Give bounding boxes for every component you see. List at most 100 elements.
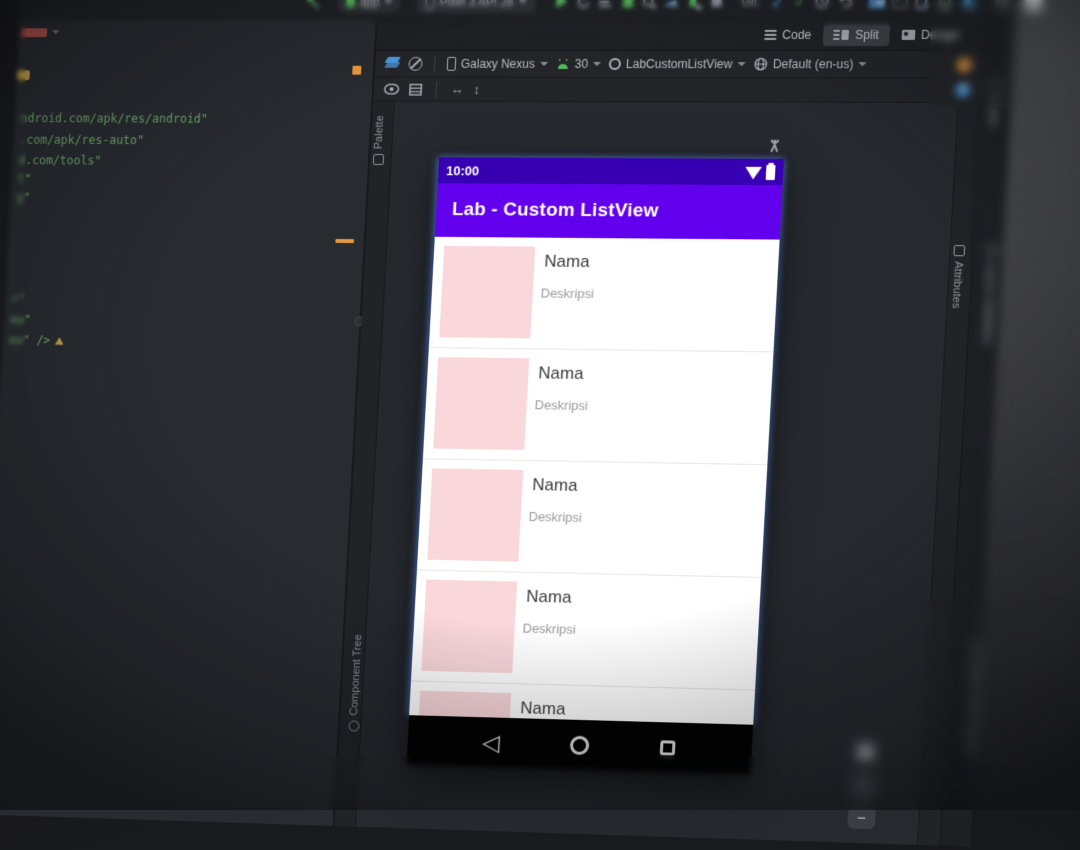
- image-placeholder: [421, 580, 517, 674]
- attributes-icon: [953, 245, 965, 256]
- globe-icon: [753, 57, 768, 71]
- layout-validation-icon: [986, 244, 998, 255]
- device-mirroring-icon[interactable]: [956, 0, 980, 13]
- editor-mode-tabs: Code Split Design: [376, 19, 985, 52]
- sync-project-icon[interactable]: [683, 0, 706, 13]
- tab-design[interactable]: Design: [891, 23, 971, 45]
- no-design-tools-icon[interactable]: [408, 57, 423, 71]
- search-everywhere-icon[interactable]: [991, 0, 1015, 12]
- android-navbar: [406, 715, 753, 775]
- error-stripe-mark[interactable]: [352, 66, 361, 75]
- tab-device-file-explorer[interactable]: Device File Explorer: [952, 640, 995, 757]
- battery-icon: [766, 164, 776, 179]
- list-item[interactable]: Nama Deskripsi: [429, 237, 780, 353]
- theme-label: LabCustomListView: [626, 57, 733, 71]
- tab-palette[interactable]: Palette: [372, 115, 386, 165]
- wifi-icon: [744, 166, 762, 179]
- home-icon: [570, 735, 590, 755]
- status-bar: 10:00: [438, 157, 784, 185]
- debug-icon[interactable]: [616, 0, 639, 13]
- run-configuration-select[interactable]: app: [337, 0, 402, 13]
- code-line: t": [17, 172, 31, 186]
- chevron-down-icon: [859, 62, 867, 66]
- terminal-icon[interactable]: ›_: [888, 0, 912, 13]
- device-manager-icon[interactable]: [911, 0, 935, 13]
- stop-button[interactable]: [705, 0, 728, 13]
- layers-icon[interactable]: [385, 57, 401, 71]
- error-stripe-mark[interactable]: [335, 239, 354, 243]
- zoom-controls: + −: [847, 738, 880, 830]
- virtual-device-select[interactable]: Galaxy Nexus: [447, 57, 548, 71]
- code-editor[interactable]: ndroid.com/apk/res/android" .com/apk/res…: [0, 19, 376, 826]
- profiler-icon[interactable]: [661, 0, 684, 13]
- api-level-select[interactable]: 30: [555, 57, 601, 71]
- orientation-vertical-icon[interactable]: ↕: [473, 82, 480, 97]
- run-tasks-icon[interactable]: [594, 0, 617, 13]
- theme-select[interactable]: LabCustomListView: [609, 57, 746, 71]
- image-placeholder: [433, 357, 529, 450]
- list-view-icon[interactable]: [409, 83, 422, 95]
- tab-code[interactable]: Code: [753, 23, 822, 45]
- render-config-wrench-icon[interactable]: [766, 138, 783, 154]
- tab-attributes[interactable]: Attributes: [949, 245, 965, 309]
- zoom-in-button[interactable]: +: [849, 772, 878, 800]
- item-title: Nama: [520, 698, 566, 719]
- running-devices-icon[interactable]: [933, 0, 957, 13]
- phone-screen: 10:00 Lab - Custom ListView Nama: [409, 157, 784, 724]
- code-line: .com/apk/res-auto": [19, 133, 144, 147]
- run-configuration-label: app: [360, 0, 380, 9]
- red-marker: [21, 28, 47, 37]
- profile-icon[interactable]: [1022, 0, 1046, 12]
- item-title: Nama: [526, 587, 572, 608]
- locale-select[interactable]: Default (en-us): [753, 57, 867, 71]
- android-studio-window: app Pixel 3 API 28: [0, 0, 1018, 847]
- item-title: Nama: [532, 475, 578, 496]
- build-hammer-icon[interactable]: [302, 0, 325, 13]
- phone-preview[interactable]: 10:00 Lab - Custom ListView Nama: [406, 157, 784, 775]
- component-tree-icon: [348, 720, 359, 731]
- item-description: Deskripsi: [540, 286, 594, 302]
- listview[interactable]: Nama Deskripsi Nama Deskripsi Nama Deskr…: [409, 237, 779, 725]
- chevron-down-icon: [540, 62, 548, 66]
- tab-design-label: Design: [921, 27, 960, 41]
- apply-changes-icon[interactable]: [572, 0, 595, 13]
- git-rollback-icon[interactable]: [833, 0, 857, 13]
- fit-screen-icon: [859, 745, 872, 757]
- app-bar: Lab - Custom ListView: [435, 183, 783, 239]
- android-icon: [555, 58, 570, 69]
- render-errors-badge[interactable]: !: [956, 57, 972, 72]
- palette-icon: [372, 154, 383, 165]
- item-description: Deskripsi: [528, 509, 582, 525]
- tab-component-tree[interactable]: Component Tree: [342, 634, 371, 732]
- device-selector[interactable]: Pixel 3 API 28: [416, 0, 535, 13]
- chevron-down-icon: [384, 0, 392, 4]
- list-item[interactable]: Nama Deskripsi: [417, 459, 767, 578]
- tab-split[interactable]: Split: [823, 23, 890, 45]
- project-folder-icon[interactable]: [866, 0, 890, 13]
- git-history-icon[interactable]: [811, 0, 835, 13]
- design-pane: Code Split Design Galaxy Nexus 30: [334, 19, 984, 846]
- design-surface-toolbar-2: ↔ ↕ ?: [373, 78, 981, 103]
- device-icon: [425, 0, 435, 9]
- item-description: Deskripsi: [534, 397, 588, 413]
- help-badge[interactable]: ?: [955, 83, 971, 98]
- git-commit-icon[interactable]: ✓: [788, 0, 812, 13]
- tab-layout-validation[interactable]: Layout Validation: [974, 244, 1004, 345]
- run-button[interactable]: [551, 0, 574, 13]
- locale-label: Default (en-us): [772, 57, 853, 71]
- code-line: ew": [10, 312, 31, 326]
- list-item[interactable]: Nama Deskripsi: [411, 570, 761, 690]
- zoom-to-fit-button[interactable]: [851, 738, 880, 766]
- orientation-horizontal-icon[interactable]: ↔: [450, 82, 464, 97]
- attach-debugger-icon[interactable]: [638, 0, 661, 13]
- split-mode-icon: [834, 29, 850, 39]
- scene: app Pixel 3 API 28: [0, 0, 1080, 825]
- view-options-icon[interactable]: [383, 84, 399, 95]
- design-mode-icon: [901, 29, 915, 39]
- tab-gradle[interactable]: Gradle: [986, 78, 1001, 128]
- chevron-down-icon: [52, 30, 60, 34]
- list-item[interactable]: Nama Deskripsi: [423, 348, 774, 465]
- git-update-icon[interactable]: ↙: [766, 0, 790, 13]
- device-selector-label: Pixel 3 API 28: [439, 0, 514, 9]
- design-canvas[interactable]: Palette Component Tree Attributes: [334, 101, 980, 845]
